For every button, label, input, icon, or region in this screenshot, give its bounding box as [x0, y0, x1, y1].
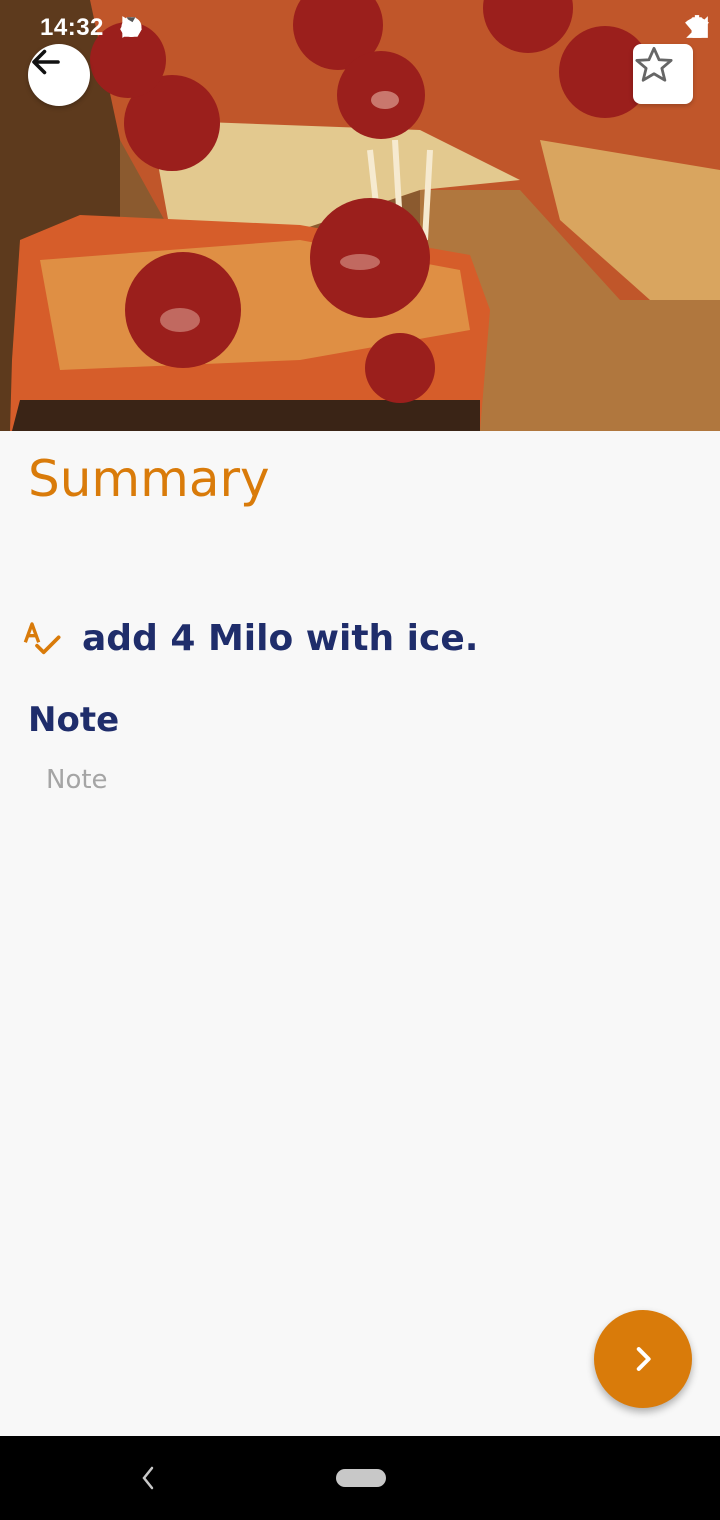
- note-field[interactable]: [46, 760, 666, 800]
- nav-back-icon[interactable]: [136, 1460, 160, 1496]
- battery-icon: [691, 15, 703, 38]
- system-nav-bar: [0, 1436, 720, 1520]
- star-outline-icon: [635, 46, 673, 82]
- nav-home-pill[interactable]: [336, 1469, 386, 1487]
- note-heading: Note: [28, 700, 120, 740]
- status-bar: 14:32: [0, 0, 720, 56]
- next-button[interactable]: [594, 1310, 692, 1408]
- arrow-left-icon: [32, 49, 60, 75]
- favorite-button[interactable]: [633, 44, 693, 104]
- chevron-right-icon: [636, 1347, 651, 1371]
- play-store-icon: [122, 16, 141, 38]
- back-button[interactable]: [28, 44, 90, 106]
- page-title: Summary: [28, 450, 270, 508]
- summary-text: add 4 Milo with ice.: [82, 618, 479, 659]
- hero-image: 14:32: [0, 0, 720, 431]
- spellcheck-icon: [23, 621, 61, 654]
- summary-row: add 4 Milo with ice.: [22, 618, 478, 659]
- pizza-illustration: [0, 0, 720, 431]
- status-time: 14:32: [40, 14, 104, 41]
